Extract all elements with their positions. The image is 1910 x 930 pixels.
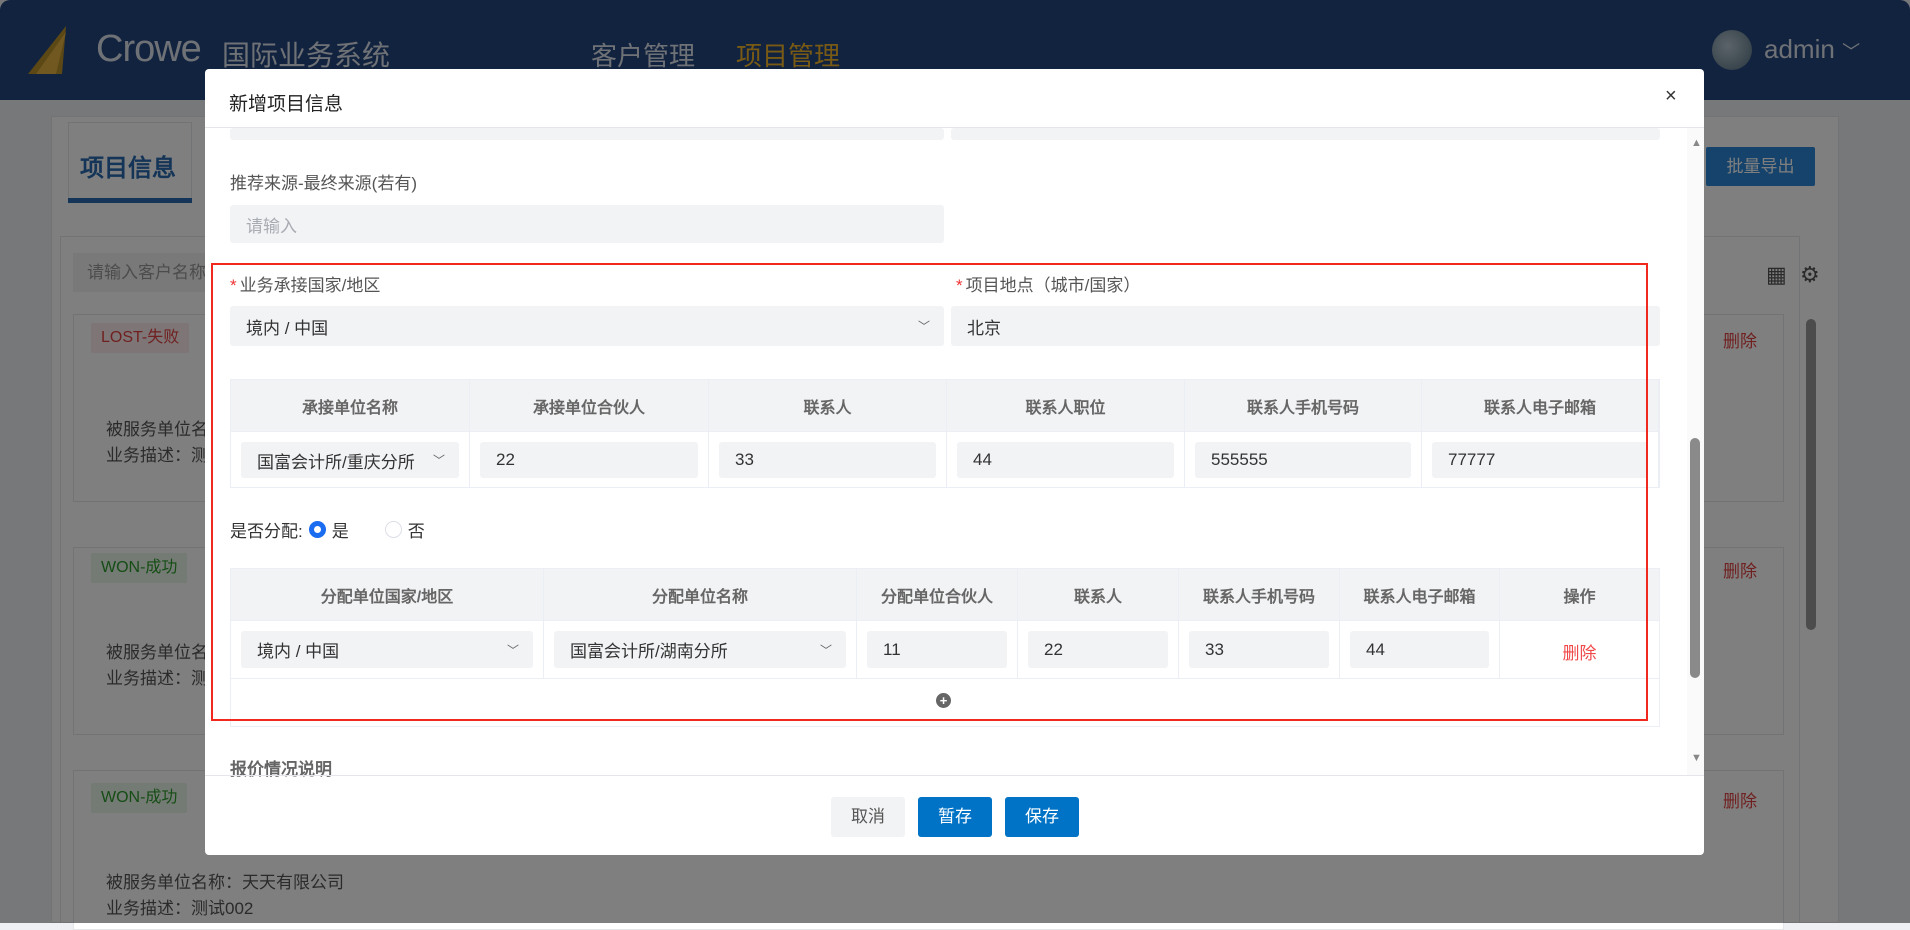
dialog-title: 新增项目信息 [229, 94, 344, 115]
scroll-down-icon[interactable]: ▼ [1691, 752, 1702, 764]
highlight-box [211, 263, 1648, 721]
referral-input[interactable]: 请输入 [230, 205, 944, 243]
prev-field-input[interactable] [951, 128, 1660, 140]
add-project-dialog: 新增项目信息 × 推荐来源-最终来源(若有) 请输入 * 业务承接国家/地区 境内… [205, 69, 1704, 855]
dialog-scroll-thumb[interactable] [1690, 438, 1700, 678]
referral-label: 推荐来源-最终来源(若有) [230, 174, 417, 193]
divider [205, 775, 1704, 776]
save-button[interactable]: 保存 [1005, 797, 1079, 837]
draft-button[interactable]: 暂存 [918, 797, 992, 837]
quote-label: 报价情况说明 [230, 760, 332, 779]
close-icon[interactable]: × [1665, 85, 1677, 108]
scroll-up-icon[interactable]: ▲ [1691, 137, 1702, 149]
cancel-button[interactable]: 取消 [831, 797, 905, 837]
prev-field-input[interactable] [230, 128, 944, 140]
